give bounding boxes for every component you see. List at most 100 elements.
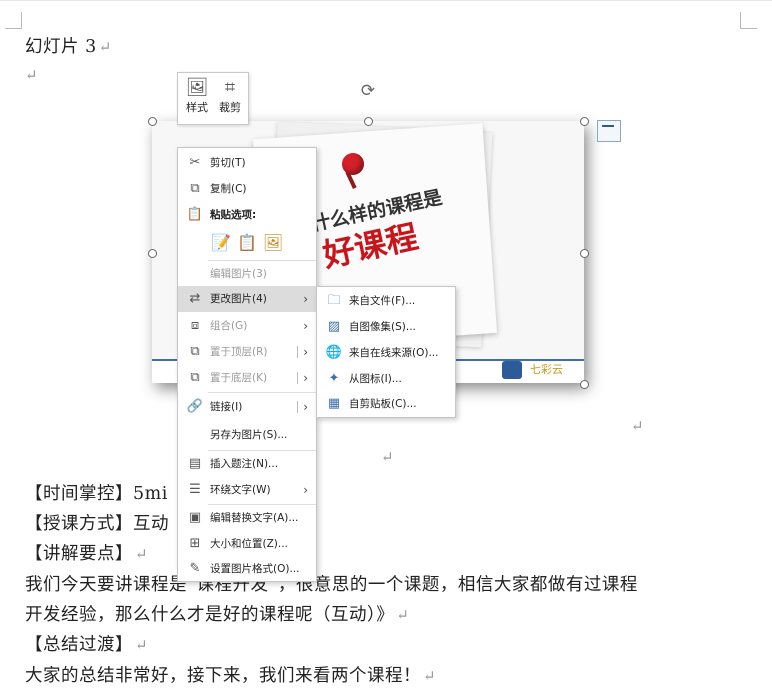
doc-line-5[interactable]: 开发经验，那么什么才是好的课程呢（互动）》 ↵ (25, 601, 409, 626)
menu-item-label: 环绕文字(W) (210, 484, 271, 496)
layout-options-button[interactable] (597, 120, 621, 142)
menu-item-cut[interactable]: ✂ 剪切(T) (178, 150, 316, 176)
paragraph-mark: ↵ (423, 667, 437, 685)
split-separator (297, 346, 298, 358)
menu-item-label: 大小和位置(Z)... (210, 538, 288, 550)
submenu-item-from-file[interactable]: 🗀 来自文件(F)... (317, 288, 455, 314)
picture-mini-toolbar: 🖼 样式 ⌗ 裁剪 (177, 72, 249, 125)
paragraph-mark: ↵ (381, 448, 394, 466)
menu-item-format-picture[interactable]: ✎ 设置图片格式(O)... (178, 556, 316, 582)
rotate-handle-icon[interactable]: ⟳ (359, 82, 377, 100)
doc-line-1[interactable]: 【时间掌控】5mi (25, 480, 168, 505)
from-icons-icon: ✦ (328, 371, 340, 386)
doc-line-text: 【讲解要点】 (25, 544, 133, 564)
menu-item-edit-alt-text[interactable]: ▣ 编辑替换文字(A)... (178, 505, 316, 531)
change-picture-submenu: 🗀 来自文件(F)... ▨ 自图像集(S)... 🌐 来自在线来源(O)...… (316, 286, 456, 418)
crop-button[interactable]: ⌗ 裁剪 (214, 77, 246, 115)
menu-item-label: 链接(I) (210, 401, 243, 413)
slide-title-paragraph[interactable]: 幻灯片 3 ↵ (25, 33, 112, 58)
doc-line-7[interactable]: 大家的总结非常好，接下来，我们来看两个课程！ ↵ (25, 662, 436, 687)
menu-item-label: 来自在线来源(O)... (349, 347, 439, 359)
caption-icon: ▤ (188, 456, 202, 471)
menu-item-label: 复制(C) (210, 183, 247, 195)
picture-logo-text: 七彩云 (530, 363, 563, 376)
resize-handle-top[interactable] (364, 117, 373, 126)
resize-handle-top-left[interactable] (148, 117, 157, 126)
scissors-icon: ✂ (189, 155, 201, 170)
doc-line-6[interactable]: 【总结过渡】 ↵ (25, 631, 148, 656)
menu-item-edit-picture[interactable]: 编辑图片(3) (178, 261, 316, 287)
menu-item-label: 编辑替换文字(A)... (210, 512, 299, 524)
layout-options-icon (602, 125, 614, 137)
bring-front-icon: ⧉ (190, 344, 200, 359)
crop-icon: ⌗ (224, 77, 236, 98)
margin-corner-top-left (5, 12, 22, 29)
chevron-right-icon: › (303, 292, 308, 306)
doc-line-2[interactable]: 【授课方式】互动 (25, 510, 169, 535)
change-picture-icon: ⇄ (189, 291, 201, 306)
doc-line-4[interactable]: 我们今天要讲课程是“课程开发”，很意思的一个课题，相信大家都做有过课程 (25, 571, 638, 596)
split-separator (297, 401, 298, 413)
menu-item-change-picture[interactable]: ⇄ 更改图片(4) › (178, 286, 316, 312)
menu-item-label: 设置图片格式(O)... (210, 563, 300, 575)
copy-icon: ⧉ (190, 181, 200, 196)
menu-item-copy[interactable]: ⧉ 复制(C) (178, 176, 316, 202)
menu-item-label: 来自文件(F)... (349, 295, 416, 307)
submenu-item-image-set[interactable]: ▨ 自图像集(S)... (317, 314, 455, 340)
pushpin-icon (342, 153, 364, 175)
menu-item-label: 自剪贴板(C)... (349, 398, 417, 410)
submenu-item-from-icons[interactable]: ✦ 从图标(I)... (317, 366, 455, 392)
paragraph-mark: ↵ (135, 636, 149, 654)
menu-item-label: 从图标(I)... (349, 373, 402, 385)
menu-item-paste-options: 📋 粘贴选项: (178, 202, 316, 228)
doc-line-text: 【时间掌控】5mi (25, 484, 168, 504)
doc-line-3[interactable]: 【讲解要点】 ↵ (25, 540, 148, 565)
margin-corner-top-right (740, 12, 757, 29)
format-picture-icon: ✎ (189, 561, 201, 576)
link-icon: 🔗 (186, 399, 204, 414)
menu-item-label: 剪切(T) (210, 157, 246, 169)
image-set-icon: ▨ (327, 319, 341, 334)
menu-item-save-as-picture[interactable]: 另存为图片(S)... (178, 422, 316, 448)
paragraph-mark: ↵ (135, 545, 149, 563)
wrap-text-icon: ☰ (189, 482, 201, 497)
submenu-item-from-clipboard[interactable]: ▦ 自剪贴板(C)... (317, 391, 455, 417)
alt-text-icon: ▣ (188, 510, 202, 525)
resize-handle-top-right[interactable] (580, 117, 589, 126)
menu-item-label: 更改图片(4) (210, 293, 267, 305)
chevron-right-icon: › (303, 345, 308, 359)
menu-item-send-to-back[interactable]: ⧉ 置于底层(K) › (178, 365, 316, 391)
menu-item-size-position[interactable]: ⊞ 大小和位置(Z)... (178, 531, 316, 557)
resize-handle-bottom-right[interactable] (580, 380, 589, 389)
paste-merge-icon[interactable]: 📋 (236, 233, 258, 253)
menu-divider (208, 392, 316, 393)
menu-item-label: 另存为图片(S)... (210, 429, 288, 441)
chevron-right-icon: › (303, 371, 308, 385)
paragraph-mark: ↵ (98, 38, 112, 56)
online-source-icon: 🌐 (325, 345, 343, 360)
resize-handle-left[interactable] (148, 249, 157, 258)
doc-line-text: 【总结过渡】 (25, 635, 133, 655)
menu-item-label: 置于顶层(R) (210, 346, 268, 358)
picture-style-icon: 🖼 (185, 77, 209, 98)
resize-handle-right[interactable] (580, 249, 589, 258)
menu-item-link[interactable]: 🔗 链接(I) › (178, 394, 316, 420)
paste-options-row: 📝 📋 🖼 (210, 233, 310, 255)
menu-item-label: 组合(G) (210, 320, 248, 332)
chevron-right-icon: › (303, 400, 308, 414)
paste-picture-icon[interactable]: 🖼 (262, 233, 284, 253)
crop-label: 裁剪 (219, 101, 241, 114)
chevron-right-icon: › (303, 483, 308, 497)
paragraph-mark: ↵ (631, 417, 644, 435)
page-top-edge (0, 0, 772, 1)
split-separator (297, 372, 298, 384)
paste-keep-format-icon[interactable]: 📝 (210, 233, 232, 253)
from-clipboard-icon: ▦ (327, 396, 341, 411)
menu-item-wrap-text[interactable]: ☰ 环绕文字(W) › (178, 477, 316, 503)
style-button[interactable]: 🖼 样式 (181, 77, 213, 115)
menu-item-group[interactable]: ⧈ 组合(G) › (178, 313, 316, 339)
style-label: 样式 (186, 101, 208, 114)
submenu-item-online-source[interactable]: 🌐 来自在线来源(O)... (317, 340, 455, 366)
menu-item-bring-to-front[interactable]: ⧉ 置于顶层(R) › (178, 339, 316, 365)
menu-item-insert-caption[interactable]: ▤ 插入题注(N)... (178, 451, 316, 477)
